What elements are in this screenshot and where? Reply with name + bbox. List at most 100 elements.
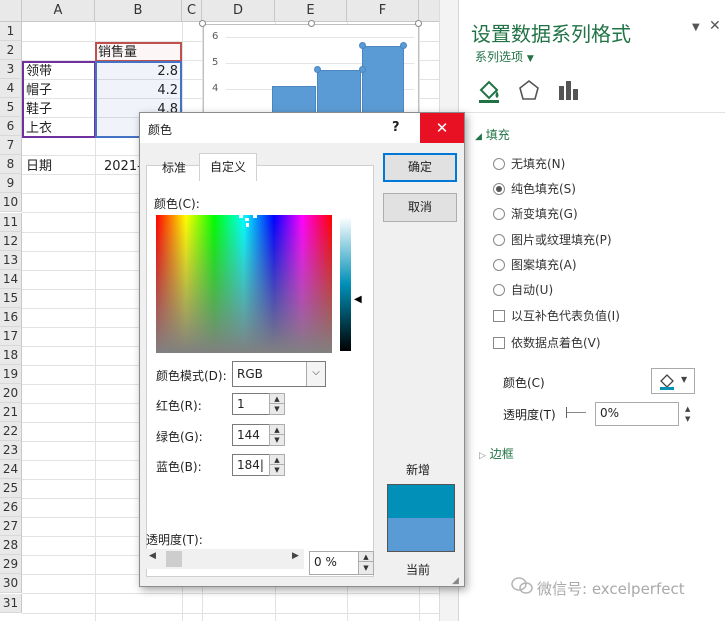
spin-up-icon[interactable]: ▲ — [359, 552, 373, 562]
row-header[interactable]: 7 — [0, 136, 22, 156]
pane-close-icon[interactable]: ✕ — [709, 18, 721, 34]
pane-menu-icon[interactable]: ▼ — [692, 22, 700, 33]
red-input[interactable]: 1 — [232, 393, 270, 415]
fill-line-icon[interactable] — [475, 76, 503, 104]
row-header[interactable]: 22 — [0, 422, 22, 442]
column-header-a[interactable]: A — [22, 0, 95, 22]
row-header[interactable]: 18 — [0, 345, 22, 365]
column-header-f[interactable]: F — [347, 0, 419, 22]
row-header[interactable]: 15 — [0, 288, 22, 308]
row-header[interactable]: 30 — [0, 574, 22, 594]
scroll-left-icon[interactable]: ◀ — [149, 551, 156, 561]
row-header[interactable]: 21 — [0, 403, 22, 422]
cell-a3[interactable]: 领带 — [26, 62, 52, 81]
row-header[interactable]: 11 — [0, 212, 22, 232]
row-header[interactable]: 2 — [0, 41, 22, 61]
color-spectrum[interactable] — [156, 215, 332, 353]
row-header[interactable]: 17 — [0, 326, 22, 346]
tab-custom[interactable]: 自定义 — [199, 153, 257, 181]
dialog-titlebar[interactable]: 颜色 ? ✕ — [140, 113, 464, 143]
column-header-b[interactable]: B — [95, 0, 182, 22]
fill-option-radio[interactable]: 纯色填充(S) — [493, 180, 576, 198]
spin-down-icon[interactable]: ▼ — [270, 465, 284, 475]
pane-color-picker-button[interactable]: ▼ — [651, 368, 695, 394]
row-header[interactable]: 4 — [0, 79, 22, 99]
point-handle[interactable] — [314, 66, 321, 73]
row-header[interactable]: 1 — [0, 22, 22, 41]
row-header[interactable]: 27 — [0, 517, 22, 537]
fill-option-radio[interactable]: 渐变填充(G) — [493, 205, 578, 223]
resize-grip-icon[interactable]: ◢ — [452, 576, 462, 586]
series-options-icon[interactable] — [556, 78, 580, 102]
effects-icon[interactable] — [517, 78, 541, 102]
transparency-slider[interactable] — [566, 412, 586, 413]
luminance-slider[interactable] — [340, 217, 351, 351]
spin-up-icon[interactable]: ▲ — [270, 455, 284, 465]
select-all-corner[interactable] — [0, 0, 22, 22]
spin-down-icon[interactable]: ▼ — [270, 404, 284, 414]
row-header[interactable]: 9 — [0, 174, 22, 194]
scroll-right-icon[interactable]: ▶ — [292, 551, 299, 561]
column-header-d[interactable]: D — [202, 0, 275, 22]
row-header[interactable]: 25 — [0, 479, 22, 499]
row-header[interactable]: 3 — [0, 60, 22, 80]
spin-down-icon[interactable]: ▼ — [270, 435, 284, 445]
chart-resize-handle[interactable] — [415, 20, 422, 27]
help-button[interactable]: ? — [392, 120, 400, 135]
row-header[interactable]: 24 — [0, 460, 22, 480]
point-handle[interactable] — [359, 42, 366, 49]
row-header[interactable]: 12 — [0, 231, 22, 251]
point-handle[interactable] — [359, 66, 366, 73]
cell-a8[interactable]: 日期 — [26, 157, 52, 176]
row-header[interactable]: 28 — [0, 536, 22, 556]
cell-b2[interactable]: 销售量 — [98, 43, 137, 62]
row-header[interactable]: 6 — [0, 117, 22, 137]
cell-b3[interactable]: 2.8 — [96, 62, 178, 81]
row-header[interactable]: 14 — [0, 269, 22, 289]
cell-b8[interactable]: 2021- — [104, 157, 142, 176]
row-header[interactable]: 29 — [0, 555, 22, 575]
dialog-transparency-input[interactable]: 0 % — [309, 551, 359, 575]
slider-thumb[interactable] — [566, 407, 567, 418]
red-spinner[interactable]: ▲ ▼ — [269, 393, 285, 415]
green-input[interactable]: 144 — [232, 424, 270, 446]
fill-option-radio[interactable]: 无填充(N) — [493, 155, 565, 173]
pane-transparency-input[interactable]: 0% — [595, 402, 679, 426]
spin-up-icon[interactable]: ▲ — [270, 425, 284, 435]
fill-section-header[interactable]: ◢ 填充 — [475, 126, 510, 143]
vary-by-point-checkbox[interactable]: 依数据点着色(V) — [493, 334, 601, 352]
blue-spinner[interactable]: ▲ ▼ — [269, 454, 285, 476]
blue-input[interactable]: 184| — [232, 454, 270, 476]
column-header-e[interactable]: E — [275, 0, 347, 22]
spin-up-icon[interactable]: ▲ — [270, 394, 284, 404]
point-handle[interactable] — [400, 42, 407, 49]
row-header[interactable]: 5 — [0, 98, 22, 118]
cancel-button[interactable]: 取消 — [383, 193, 457, 222]
border-section-header[interactable]: ▷ 边框 — [479, 445, 514, 462]
row-header[interactable]: 13 — [0, 250, 22, 270]
series-options-dropdown[interactable]: 系列选项 ▼ — [475, 48, 534, 65]
dialog-transparency-spinner[interactable]: ▲ ▼ — [358, 551, 374, 575]
row-header[interactable]: 10 — [0, 193, 22, 213]
column-header-c[interactable]: C — [182, 0, 202, 22]
luminance-arrow-icon[interactable]: ◀ — [354, 294, 362, 305]
row-header[interactable]: 19 — [0, 364, 22, 384]
cell-a6[interactable]: 上衣 — [26, 119, 52, 138]
transparency-scrollbar[interactable]: ◀ ▶ — [146, 549, 304, 569]
row-header[interactable]: 26 — [0, 498, 22, 518]
invert-negative-checkbox[interactable]: 以互补色代表负值(I) — [493, 307, 620, 325]
chart-resize-handle[interactable] — [199, 20, 206, 27]
cell-a4[interactable]: 帽子 — [26, 81, 52, 100]
green-spinner[interactable]: ▲ ▼ — [269, 424, 285, 446]
spectrum-crosshair[interactable] — [239, 215, 243, 218]
fill-option-radio[interactable]: 图片或纹理填充(P) — [493, 231, 612, 249]
close-button[interactable]: ✕ — [420, 113, 464, 143]
row-header[interactable]: 20 — [0, 383, 22, 403]
pane-transparency-spinner[interactable]: ▲ ▼ — [685, 404, 690, 424]
cell-a5[interactable]: 鞋子 — [26, 100, 52, 119]
row-header[interactable]: 23 — [0, 441, 22, 461]
row-header[interactable]: 8 — [0, 155, 22, 175]
fill-option-radio[interactable]: 自动(U) — [493, 281, 553, 299]
fill-option-radio[interactable]: 图案填充(A) — [493, 256, 577, 274]
row-header[interactable]: 16 — [0, 307, 22, 327]
